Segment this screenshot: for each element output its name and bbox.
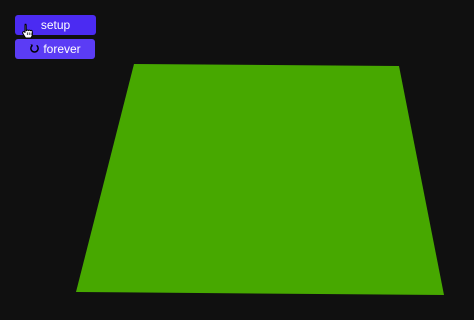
app-window: setup forever: [0, 0, 474, 320]
hand-pointer-icon: [22, 23, 33, 39]
refresh-icon: [30, 44, 40, 53]
forever-button[interactable]: forever: [15, 39, 95, 59]
setup-button-label: setup: [40, 18, 71, 32]
green-ground-plane: [76, 64, 444, 295]
setup-button[interactable]: setup: [15, 15, 96, 39]
control-panel: setup forever: [15, 15, 96, 59]
forever-button-label: forever: [43, 42, 81, 56]
